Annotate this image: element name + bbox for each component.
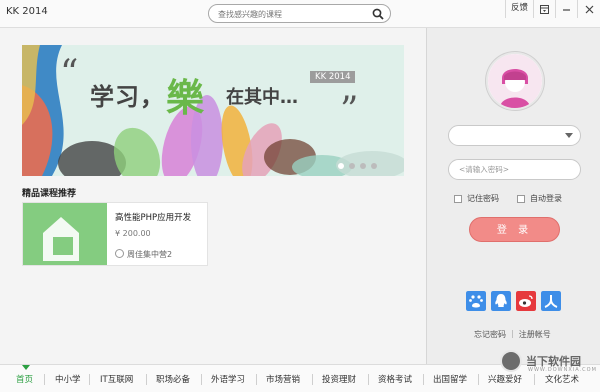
nav-item-home[interactable]: 首页 xyxy=(16,373,33,385)
nav-item-hobbies[interactable]: 兴趣爱好 xyxy=(488,373,522,385)
course-search-box[interactable]: 查找感兴趣的课程 xyxy=(208,4,391,23)
banner-slogan-highlight: 樂 xyxy=(166,76,205,120)
ke-logo-icon xyxy=(23,203,107,265)
watermark-logo-icon xyxy=(500,350,522,372)
carousel-dot[interactable] xyxy=(371,163,377,169)
feedback-button[interactable]: 反馈 xyxy=(504,0,534,18)
active-indicator xyxy=(22,365,30,370)
carousel-dot[interactable] xyxy=(338,163,344,169)
nav-item-study-abroad[interactable]: 出国留学 xyxy=(433,373,467,385)
main-content: “ 学习， 樂 在其中… KK 2014 ” 精品课程推荐 高性能PHP应用开发… xyxy=(0,28,426,364)
remember-password-option[interactable]: 记住密码 xyxy=(454,193,499,204)
auto-login-option[interactable]: 自动登录 xyxy=(517,193,562,204)
banner-quote-close: ” xyxy=(340,90,359,131)
close-button[interactable] xyxy=(578,0,600,18)
chevron-down-icon[interactable] xyxy=(565,133,573,138)
course-thumbnail[interactable] xyxy=(23,203,107,265)
nav-separator xyxy=(478,374,479,385)
recommended-section-title: 精品课程推荐 xyxy=(22,189,77,199)
menu-icon xyxy=(540,4,549,14)
course-group: 周佳集中营2 xyxy=(115,249,172,260)
nav-separator xyxy=(256,374,257,385)
register-link[interactable]: 注册帐号 xyxy=(519,329,551,340)
course-price: ¥ 200.00 xyxy=(115,229,151,238)
close-icon xyxy=(585,5,593,13)
course-title[interactable]: 高性能PHP应用开发 xyxy=(115,211,191,223)
baidu-icon[interactable] xyxy=(466,291,486,311)
user-avatar-icon xyxy=(488,54,542,108)
login-panel: <请输入密码> 记住密码 自动登录 登 录 忘记密码 | 注册帐号 xyxy=(426,28,600,364)
window-controls: 反馈 xyxy=(504,0,600,18)
nav-separator xyxy=(89,374,90,385)
carousel-indicators xyxy=(338,163,377,169)
nav-item-language[interactable]: 外语学习 xyxy=(211,373,245,385)
banner-slogan-part1: 学习， xyxy=(90,83,165,111)
carousel-dot[interactable] xyxy=(360,163,366,169)
remember-password-label: 记住密码 xyxy=(467,194,499,203)
app-title: KK 2014 xyxy=(6,6,48,17)
renren-icon[interactable] xyxy=(541,291,561,311)
carousel-dot[interactable] xyxy=(349,163,355,169)
minimize-button[interactable] xyxy=(556,0,578,18)
avatar xyxy=(486,52,544,110)
course-card[interactable]: 高性能PHP应用开发 ¥ 200.00 周佳集中营2 xyxy=(22,202,208,266)
banner-quote-open: “ xyxy=(60,53,79,94)
nav-separator xyxy=(44,374,45,385)
nav-item-marketing[interactable]: 市场营销 xyxy=(266,373,300,385)
banner-slogan-part2: 在其中… xyxy=(226,87,298,108)
watermark-subtext: WWW.DOWNXIA.COM xyxy=(528,367,597,373)
auto-login-label: 自动登录 xyxy=(530,194,562,203)
nav-separator xyxy=(423,374,424,385)
weibo-icon[interactable] xyxy=(516,291,536,311)
search-input[interactable]: 查找感兴趣的课程 xyxy=(218,9,282,20)
nav-item-it[interactable]: IT互联网 xyxy=(100,373,133,385)
link-separator: | xyxy=(511,329,514,338)
group-icon xyxy=(115,249,124,258)
nav-separator xyxy=(312,374,313,385)
nav-separator xyxy=(146,374,147,385)
nav-item-finance[interactable]: 投资理财 xyxy=(322,373,356,385)
qq-icon[interactable] xyxy=(491,291,511,311)
nav-item-exams[interactable]: 资格考试 xyxy=(378,373,412,385)
login-button[interactable]: 登 录 xyxy=(469,217,560,242)
account-links: 忘记密码 | 注册帐号 xyxy=(474,329,551,340)
banner-version-tag: KK 2014 xyxy=(310,71,356,83)
title-bar: KK 2014 查找感兴趣的课程 反馈 xyxy=(0,0,600,28)
search-icon[interactable] xyxy=(372,8,384,20)
remember-password-checkbox[interactable] xyxy=(454,194,462,203)
nav-separator xyxy=(368,374,369,385)
forgot-password-link[interactable]: 忘记密码 xyxy=(474,329,506,340)
course-group-name: 周佳集中营2 xyxy=(127,250,173,259)
nav-item-culture-art[interactable]: 文化艺术 xyxy=(545,373,579,385)
auto-login-checkbox[interactable] xyxy=(517,194,525,203)
nav-item-career[interactable]: 职场必备 xyxy=(156,373,190,385)
account-select[interactable] xyxy=(448,125,581,146)
nav-separator xyxy=(201,374,202,385)
minimize-icon xyxy=(563,8,570,11)
password-input[interactable]: <请输入密码> xyxy=(448,159,581,180)
nav-item-k12[interactable]: 中小学 xyxy=(55,373,81,385)
menu-button[interactable] xyxy=(534,0,556,18)
promo-banner[interactable]: “ 学习， 樂 在其中… KK 2014 ” xyxy=(22,45,404,176)
nav-separator xyxy=(534,374,535,385)
